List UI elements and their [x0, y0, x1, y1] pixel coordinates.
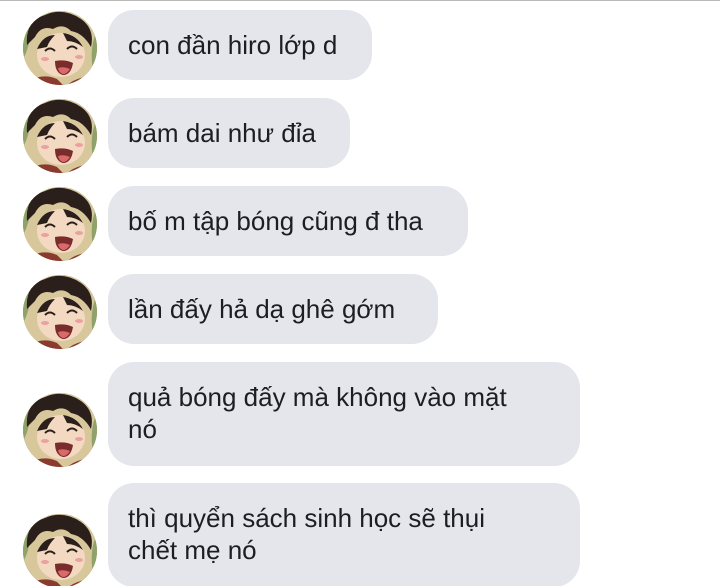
anime-boy-laughing-avatar[interactable]: [23, 187, 97, 261]
anime-boy-laughing-avatar[interactable]: [23, 99, 97, 173]
message-bubble[interactable]: lần đấy hả dạ ghê gớm: [108, 274, 438, 344]
message-bubble[interactable]: quả bóng đấy mà không vào mặt nó: [108, 362, 580, 466]
anime-boy-laughing-avatar[interactable]: [23, 275, 97, 349]
message-bubble[interactable]: con đần hiro lớp d: [108, 10, 372, 80]
message-bubble[interactable]: bố m tập bóng cũng đ tha: [108, 186, 468, 256]
anime-boy-laughing-avatar[interactable]: [23, 514, 97, 586]
message-thread: con đần hiro lớp d bám dai như đỉa bố m …: [0, 0, 720, 586]
anime-boy-laughing-avatar[interactable]: [23, 393, 97, 467]
anime-boy-laughing-avatar[interactable]: [23, 11, 97, 85]
message-bubble[interactable]: bám dai như đỉa: [108, 98, 350, 168]
message-bubble[interactable]: thì quyển sách sinh học sẽ thụi chết mẹ …: [108, 483, 580, 586]
